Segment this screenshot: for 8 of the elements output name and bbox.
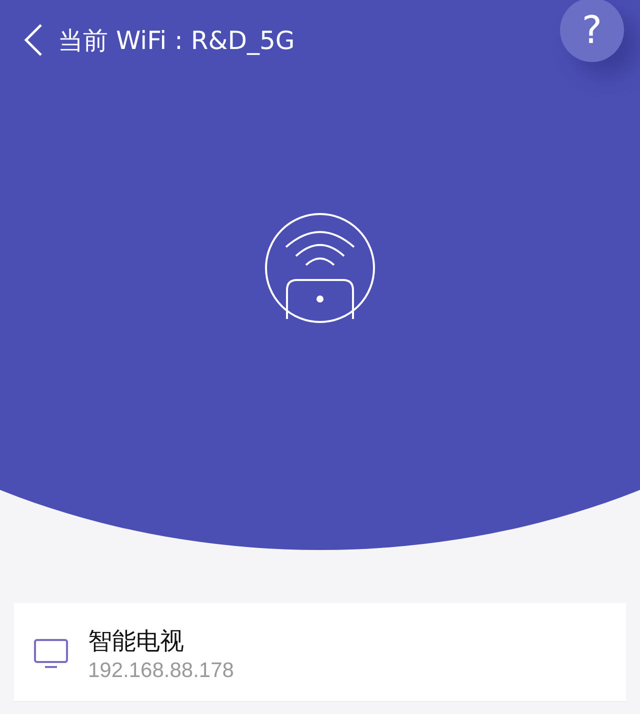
- wifi-title: 当前 WiFi : R&D_5G: [58, 24, 296, 56]
- wifi-device-icon: [264, 212, 376, 324]
- device-item[interactable]: 智能电视 192.168.88.178: [14, 603, 626, 702]
- device-name: 智能电视: [88, 626, 185, 657]
- back-icon[interactable]: [22, 23, 44, 57]
- device-ip: 192.168.88.178: [88, 659, 234, 683]
- help-button[interactable]: ?: [560, 0, 624, 62]
- tv-icon: [34, 639, 68, 669]
